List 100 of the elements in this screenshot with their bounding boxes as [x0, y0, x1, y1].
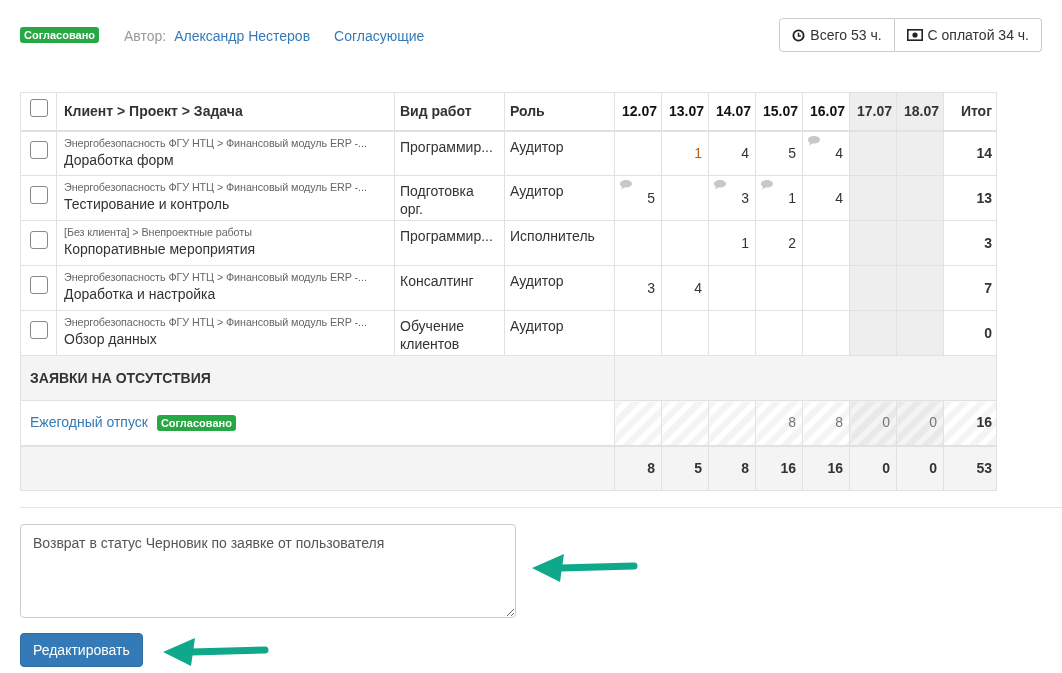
checkbox[interactable]: [29, 321, 48, 339]
hours-cell[interactable]: [802, 265, 850, 311]
hours-cell[interactable]: [661, 310, 709, 356]
row-total: 0: [943, 310, 997, 356]
hours-cell[interactable]: [896, 265, 944, 311]
date-header: 13.07: [661, 92, 709, 131]
speech-bubble-icon[interactable]: [808, 135, 820, 146]
column-header: Вид работ: [394, 92, 505, 131]
table-cell: Программир...: [394, 130, 505, 176]
hours-cell: 0: [849, 400, 897, 446]
hours-cell[interactable]: [661, 175, 709, 221]
table-cell: Аудитор: [504, 175, 615, 221]
hours-cell[interactable]: [614, 220, 662, 266]
hours-cell[interactable]: 1: [708, 220, 756, 266]
hours-cell: 8: [755, 400, 803, 446]
absence-link[interactable]: Ежегодный отпуск: [30, 412, 148, 434]
task-path: [Без клиента] > Внепроектные работы: [64, 225, 253, 240]
task-name: Доработка и настройка: [64, 285, 217, 303]
hours-cell[interactable]: [849, 265, 897, 311]
checkbox[interactable]: [29, 99, 48, 118]
checkbox[interactable]: [29, 276, 48, 294]
date-header: 17.07: [849, 92, 897, 131]
table-cell: Подготовка орг.: [394, 175, 505, 221]
task-path: Энергобезопасность ФГУ НТЦ > Финансовый модуль ERP -...: [64, 135, 368, 151]
hours-cell[interactable]: [708, 310, 756, 356]
row-total: 16: [943, 400, 997, 446]
speech-bubble-icon[interactable]: [761, 180, 773, 190]
checkbox[interactable]: [29, 186, 48, 204]
hours-cell: 0: [896, 400, 944, 446]
total-hours-button[interactable]: Всего 53 ч.: [779, 18, 895, 52]
date-header: 16.07: [802, 92, 850, 131]
section-title: ЗАЯВКИ НА ОТСУТСТВИЯ: [30, 369, 211, 386]
row-total: 14: [943, 130, 997, 176]
hours-cell[interactable]: 3: [708, 175, 756, 221]
row-total: 3: [943, 220, 997, 266]
hours-cell[interactable]: [614, 130, 662, 176]
date-header: 18.07: [896, 92, 944, 131]
total-hours-button[interactable]: С оплатой 34 ч.: [894, 18, 1042, 52]
hours-cell[interactable]: [614, 310, 662, 356]
table-cell: Аудитор: [504, 265, 615, 311]
comment-field[interactable]: Возврат в статус Черновик по заявке от пользователя: [20, 524, 516, 618]
hours-cell[interactable]: [849, 130, 897, 176]
hours-cell[interactable]: [802, 310, 850, 356]
hours-cell[interactable]: [896, 175, 944, 221]
row-total: 7: [943, 265, 997, 311]
hours-cell[interactable]: [849, 175, 897, 221]
hours-cell[interactable]: [896, 220, 944, 266]
hours-cell[interactable]: 4: [802, 130, 850, 176]
row-total: 13: [943, 175, 997, 221]
status-badge: Согласовано: [156, 414, 236, 431]
hours-cell[interactable]: [755, 310, 803, 356]
task-path: Энергобезопасность ФГУ НТЦ > Финансовый модуль ERP -...: [64, 180, 368, 195]
hours-cell[interactable]: [661, 220, 709, 266]
hours-cell[interactable]: 4: [802, 175, 850, 221]
edit-button[interactable]: Редактировать: [20, 633, 143, 667]
date-header: 12.07: [614, 92, 662, 131]
hours-cell[interactable]: [896, 130, 944, 176]
column-header: Роль: [504, 92, 615, 131]
status-badge: Согласовано: [20, 27, 99, 43]
table-cell: Исполнитель: [504, 220, 615, 266]
hours-cell[interactable]: 2: [755, 220, 803, 266]
hours-cell[interactable]: [849, 220, 897, 266]
day-total: 0: [849, 445, 897, 491]
day-total: 8: [614, 445, 662, 491]
hours-cell[interactable]: [896, 310, 944, 356]
table-cell: Консалтинг: [394, 265, 505, 311]
checkbox[interactable]: [29, 141, 48, 160]
approvers-link[interactable]: Согласующие: [334, 26, 425, 47]
hours-cell[interactable]: 4: [708, 130, 756, 176]
hours-cell[interactable]: 1: [755, 175, 803, 221]
hours-cell[interactable]: 1: [661, 130, 709, 176]
task-name: Доработка форм: [64, 150, 175, 169]
hours-cell[interactable]: [849, 310, 897, 356]
speech-bubble-icon[interactable]: [714, 180, 726, 190]
table-cell: Аудитор: [504, 310, 615, 356]
task-name: Тестирование и контроль: [64, 195, 231, 213]
hours-cell[interactable]: 5: [755, 130, 803, 176]
day-total: 5: [661, 445, 709, 491]
hours-cell[interactable]: 3: [614, 265, 662, 311]
day-total: 0: [896, 445, 944, 491]
column-header: Итог: [943, 92, 997, 131]
hours-cell[interactable]: [755, 265, 803, 311]
hours-cell[interactable]: [708, 265, 756, 311]
checkbox[interactable]: [29, 231, 48, 249]
hours-cell[interactable]: 5: [614, 175, 662, 221]
hours-cell: 8: [802, 400, 850, 446]
task-path: Энергобезопасность ФГУ НТЦ > Финансовый модуль ERP -...: [64, 315, 368, 330]
day-total: 16: [802, 445, 850, 491]
date-header: 15.07: [755, 92, 803, 131]
hours-cell[interactable]: 4: [661, 265, 709, 311]
banknote-icon: [906, 29, 923, 41]
task-name: Обзор данных: [64, 330, 158, 348]
speech-bubble-icon[interactable]: [620, 180, 632, 190]
clock-icon: [792, 28, 806, 42]
table-cell: Аудитор: [504, 130, 615, 176]
table-cell: Программир...: [394, 220, 505, 266]
hours-cell[interactable]: [802, 220, 850, 266]
column-header: Клиент > Проект > Задача: [56, 92, 395, 131]
task-path: Энергобезопасность ФГУ НТЦ > Финансовый модуль ERP -...: [64, 270, 368, 285]
author-link[interactable]: Александр Нестеров: [174, 26, 311, 47]
